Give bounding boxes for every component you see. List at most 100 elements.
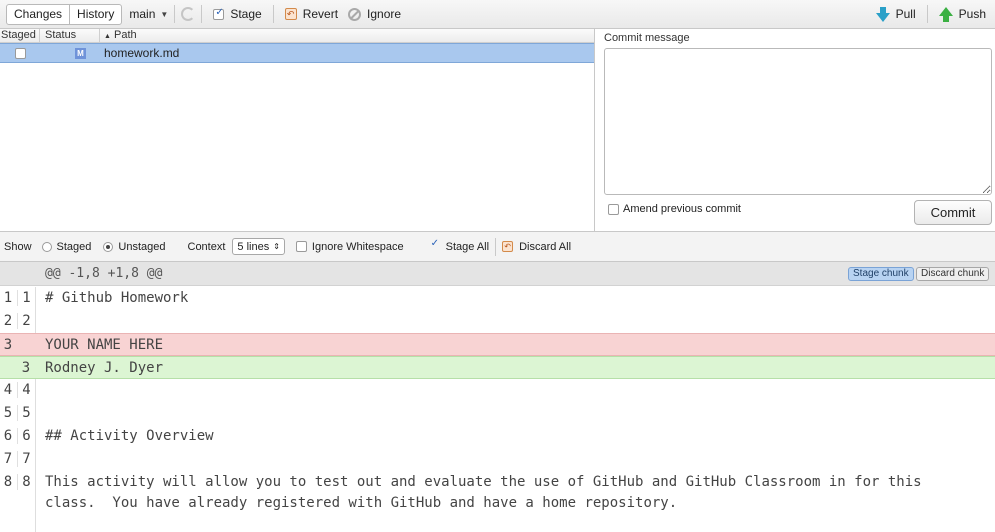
- column-staged[interactable]: Staged: [0, 29, 40, 42]
- staged-cell: [0, 46, 40, 60]
- pull-button[interactable]: Pull: [871, 6, 921, 22]
- push-button[interactable]: Push: [934, 6, 991, 22]
- hunk-range: @@ -1,8 +1,8 @@: [45, 266, 163, 281]
- diff-line[interactable]: 1 1 # Github Homework: [0, 287, 995, 310]
- git-toolbar: Changes History main ▼ Stage ↶ Revert Ig…: [0, 0, 995, 29]
- column-path[interactable]: ▲ Path: [100, 29, 594, 42]
- stage-all-button[interactable]: Stage All: [430, 238, 490, 253]
- toolbar-divider: [174, 5, 176, 23]
- column-status[interactable]: Status: [40, 29, 100, 42]
- refresh-icon[interactable]: [181, 7, 196, 21]
- line-text: YOUR NAME HERE: [45, 337, 164, 353]
- pull-arrow-icon: [875, 6, 890, 22]
- column-path-label: Path: [114, 29, 137, 41]
- new-line-number: 8: [17, 474, 35, 490]
- file-path: homework.md: [104, 46, 180, 60]
- sort-up-icon: ▲: [104, 33, 111, 40]
- amend-option[interactable]: Amend previous commit: [608, 203, 741, 215]
- push-label: Push: [958, 7, 986, 21]
- stage-all-label: Stage All: [445, 240, 490, 253]
- tab-changes[interactable]: Changes: [7, 5, 69, 24]
- context-value: 5 lines: [237, 240, 270, 253]
- ignore-whitespace-option[interactable]: Ignore Whitespace: [295, 240, 404, 253]
- staged-option-label: Staged: [56, 240, 92, 253]
- commit-message-label: Commit message: [604, 32, 690, 44]
- staged-checkbox[interactable]: [15, 48, 26, 60]
- branch-name: main: [129, 7, 156, 21]
- old-line-number: 7: [3, 451, 13, 467]
- unstaged-option-label: Unstaged: [118, 240, 166, 253]
- ignore-button[interactable]: Ignore: [343, 7, 406, 21]
- toolbar-divider: [926, 5, 928, 23]
- stage-checkbox-icon: [213, 7, 225, 20]
- diff-line[interactable]: 5 5: [0, 402, 995, 425]
- ignore-whitespace-checkbox[interactable]: [295, 241, 307, 252]
- toolbar-divider: [272, 5, 274, 23]
- show-label: Show: [4, 240, 32, 253]
- unstaged-radio[interactable]: [103, 241, 114, 252]
- commit-panel: Commit message Amend previous commit Com…: [596, 29, 995, 231]
- file-row[interactable]: M homework.md: [0, 43, 594, 63]
- diff-line[interactable]: 2 2: [0, 310, 995, 333]
- pull-label: Pull: [895, 7, 916, 21]
- context-select[interactable]: 5 lines ⇕: [232, 238, 285, 255]
- amend-checkbox[interactable]: [608, 203, 619, 215]
- stage-all-checkbox-icon: [430, 238, 441, 252]
- branch-selector[interactable]: main ▼: [129, 7, 168, 21]
- added-line[interactable]: 3 Rodney J. Dyer: [0, 356, 995, 379]
- new-line-number: 1: [17, 290, 35, 306]
- diff-view: 1 1 # Github Homework 2 2 3 YOUR NAME HE…: [0, 287, 995, 513]
- ignore-whitespace-label: Ignore Whitespace: [311, 240, 404, 253]
- old-line-number: 6: [3, 428, 13, 444]
- diff-line[interactable]: 6 6 ## Activity Overview: [0, 425, 995, 448]
- file-list-panel: Staged Status ▲ Path M homework.md: [0, 29, 595, 231]
- old-line-number: 4: [3, 382, 13, 398]
- commit-message-input[interactable]: [604, 48, 992, 195]
- show-staged-option[interactable]: Staged: [41, 240, 92, 253]
- old-line-number: 5: [3, 405, 13, 421]
- tab-history[interactable]: History: [69, 4, 121, 24]
- commit-button[interactable]: Commit: [914, 200, 992, 225]
- new-line-number: 2: [17, 313, 35, 329]
- diff-line[interactable]: 8 8 This activity will allow you to test…: [0, 471, 995, 513]
- revert-button[interactable]: ↶ Revert: [280, 7, 343, 21]
- diff-line[interactable]: 4 4: [0, 379, 995, 402]
- chevron-down-icon: ▼: [160, 9, 169, 19]
- updown-icon: ⇕: [273, 242, 280, 251]
- discard-chunk-button[interactable]: Discard chunk: [916, 267, 990, 281]
- stage-chunk-button[interactable]: Stage chunk: [848, 267, 914, 281]
- revert-icon: ↶: [284, 8, 297, 20]
- revert-label: Revert: [302, 7, 339, 21]
- file-list-header: Staged Status ▲ Path: [0, 29, 594, 43]
- staged-radio[interactable]: [41, 241, 52, 252]
- line-text: ## Activity Overview: [45, 428, 214, 444]
- show-unstaged-option[interactable]: Unstaged: [103, 240, 166, 253]
- divider: [495, 237, 497, 256]
- old-line-number: 3: [3, 337, 13, 353]
- new-line-number: 3: [21, 360, 31, 376]
- discard-all-button[interactable]: ↶ Discard All: [502, 241, 571, 253]
- diff-controls-bar: Show Staged Unstaged Context 5 lines ⇕ I…: [0, 231, 995, 262]
- modified-badge: M: [75, 47, 86, 59]
- new-line-number: 5: [17, 405, 35, 421]
- ignore-label: Ignore: [367, 7, 402, 21]
- diff-line[interactable]: 7 7: [0, 448, 995, 471]
- hunk-header: @@ -1,8 +1,8 @@ Stage chunk Discard chun…: [0, 262, 995, 286]
- old-line-number: 8: [3, 474, 13, 490]
- old-line-number: 1: [3, 290, 13, 306]
- line-text: This activity will allow you to test out…: [45, 474, 922, 511]
- context-label: Context: [187, 240, 226, 253]
- discard-icon: ↶: [502, 241, 514, 252]
- new-line-number: 6: [17, 428, 35, 444]
- ignore-icon: [348, 7, 362, 21]
- view-switcher: Changes History: [6, 3, 123, 25]
- push-arrow-icon: [938, 6, 953, 22]
- stage-button[interactable]: Stage: [208, 7, 266, 21]
- line-text: Rodney J. Dyer: [45, 360, 164, 376]
- discard-all-label: Discard All: [519, 240, 572, 253]
- old-line-number: 2: [3, 313, 13, 329]
- new-line-number: 7: [17, 451, 35, 467]
- status-cell: M: [40, 47, 100, 59]
- line-text: # Github Homework: [45, 290, 189, 306]
- deleted-line[interactable]: 3 YOUR NAME HERE: [0, 333, 995, 356]
